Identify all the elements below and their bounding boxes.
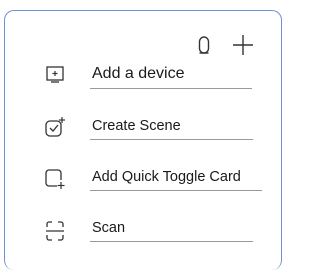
- menu-item-label: Create Scene: [92, 118, 181, 134]
- quick-toggle-card-icon: [44, 168, 66, 190]
- plus-icon[interactable]: [232, 34, 254, 61]
- menu-item-add-quick-toggle-card[interactable]: Add Quick Toggle Card: [40, 165, 265, 197]
- menu-item-label: Add Quick Toggle Card: [92, 169, 241, 185]
- menu-item-scan[interactable]: Scan: [40, 217, 265, 249]
- menu-item-label: Add a device: [92, 65, 185, 82]
- divider: [90, 241, 253, 242]
- menu-item-add-device[interactable]: Add a device: [40, 60, 265, 92]
- scan-icon: [44, 220, 66, 242]
- create-scene-icon: [44, 116, 66, 138]
- divider: [90, 139, 253, 140]
- microphone-icon[interactable]: [197, 36, 211, 63]
- menu-item-create-scene[interactable]: Create Scene: [40, 113, 265, 145]
- menu-item-label: Scan: [92, 220, 126, 236]
- add-device-icon: [44, 63, 66, 85]
- divider: [90, 88, 252, 89]
- divider: [90, 190, 262, 191]
